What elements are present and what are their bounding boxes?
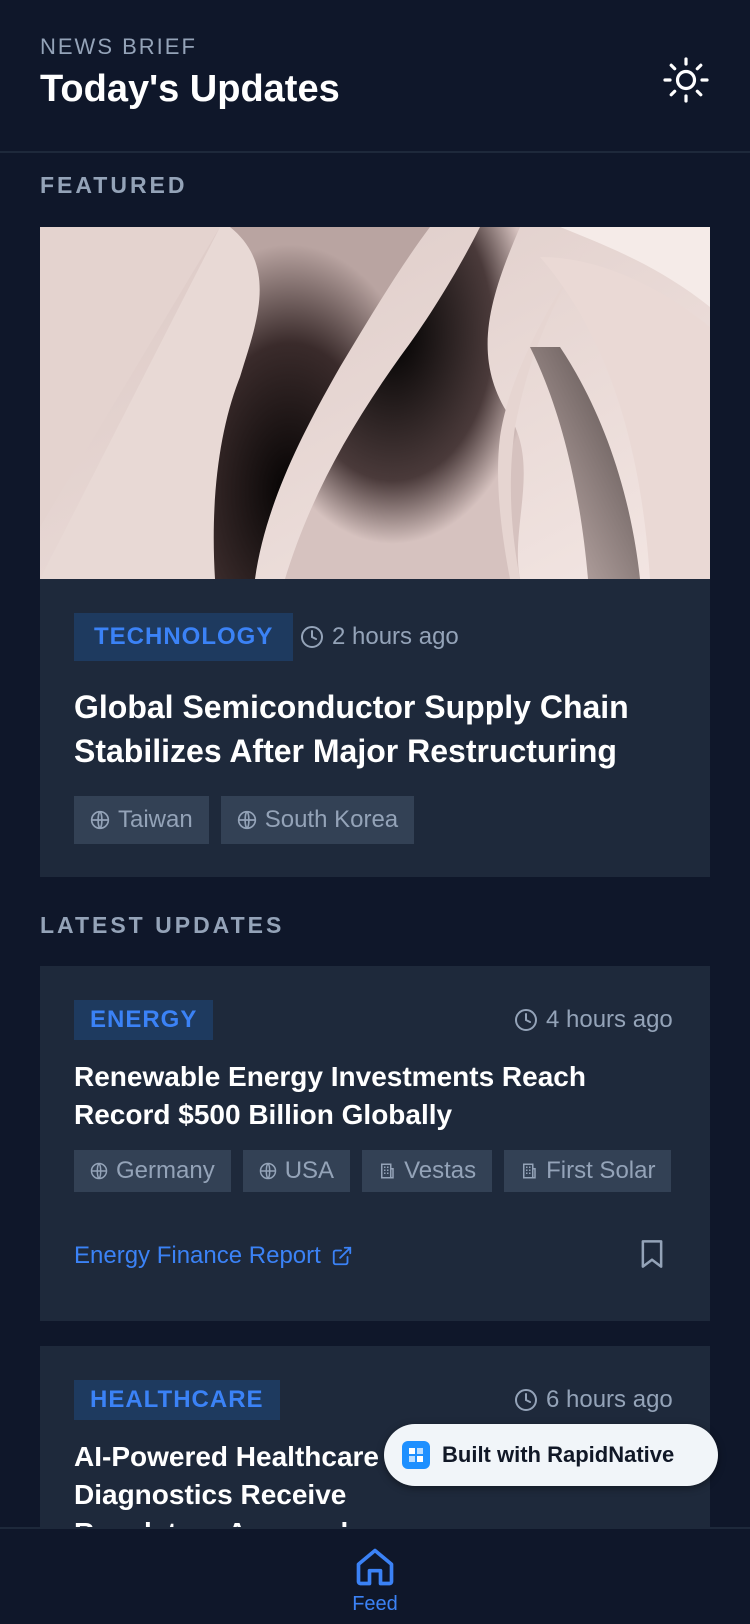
rapidnative-logo-icon (402, 1441, 430, 1469)
building-icon (381, 1163, 394, 1179)
source-link-label: Energy Finance Report (74, 1242, 321, 1269)
featured-tags: Taiwan South Korea (74, 796, 415, 844)
tag-chip[interactable]: USA (242, 1150, 351, 1192)
article-timestamp: 6 hours ago (514, 1386, 673, 1414)
featured-headline[interactable]: Global Semiconductor Supply Chain Stabil… (74, 685, 676, 773)
article-time-text: 6 hours ago (546, 1386, 673, 1413)
tag-label: South Korea (264, 806, 399, 833)
home-icon (356, 1548, 394, 1586)
latest-section-label: LATEST UPDATES (40, 912, 285, 938)
article-card-energy[interactable]: ENERGY 4 hours ago Renewable Energy Inve… (40, 966, 710, 1321)
globe-icon (90, 1162, 108, 1180)
globe-icon (237, 810, 256, 830)
category-badge: HEALTHCARE (74, 1380, 280, 1420)
bookmark-icon (641, 1240, 663, 1268)
clock-icon (515, 1009, 537, 1031)
tag-chip[interactable]: Germany (74, 1150, 231, 1192)
featured-category-badge: TECHNOLOGY (74, 613, 294, 661)
category-badge: ENERGY (74, 1000, 214, 1040)
tag-label: Taiwan (118, 806, 193, 833)
header-eyebrow: NEWS BRIEF (40, 34, 197, 59)
clock-icon (515, 1389, 537, 1411)
tag-label: Vestas (404, 1157, 477, 1184)
built-with-label: Built with RapidNative (442, 1442, 675, 1467)
tag-label: Germany (116, 1157, 215, 1184)
app-header: NEWS BRIEF Today's Updates (0, 0, 750, 153)
article-tags: Germany USA Vestas First Solar (74, 1150, 672, 1192)
tag-chip[interactable]: South Korea (220, 796, 415, 844)
external-link-icon (332, 1246, 351, 1266)
page-title: Today's Updates (40, 68, 340, 110)
tag-chip[interactable]: First Solar (504, 1150, 672, 1192)
article-headline[interactable]: Renewable Energy Investments Reach Recor… (74, 1058, 676, 1134)
tag-chip[interactable]: Taiwan (74, 796, 209, 844)
tag-label: USA (284, 1157, 335, 1184)
featured-section-label: FEATURED (40, 172, 188, 198)
tag-chip[interactable]: Vestas (362, 1150, 493, 1192)
bottom-tab-bar: Feed (0, 1527, 750, 1624)
building-icon (523, 1163, 536, 1179)
clock-icon (301, 626, 323, 648)
source-link[interactable]: Energy Finance Report (74, 1242, 353, 1270)
featured-timestamp: 2 hours ago (300, 623, 459, 651)
article-time-text: 4 hours ago (546, 1006, 673, 1033)
globe-icon (90, 810, 110, 830)
tab-feed[interactable]: Feed (325, 1529, 425, 1624)
bookmark-button[interactable] (632, 1234, 672, 1274)
theme-toggle-button[interactable] (660, 54, 712, 106)
article-timestamp: 4 hours ago (514, 1006, 673, 1034)
featured-time-text: 2 hours ago (332, 623, 459, 650)
featured-card[interactable]: TECHNOLOGY 2 hours ago Global Semiconduc… (40, 227, 710, 877)
globe-icon (259, 1162, 276, 1180)
tag-label: First Solar (546, 1157, 656, 1184)
sun-icon (663, 57, 709, 103)
featured-image (40, 227, 710, 579)
tab-feed-label: Feed (352, 1593, 398, 1615)
built-with-badge[interactable]: Built with RapidNative (384, 1424, 718, 1486)
